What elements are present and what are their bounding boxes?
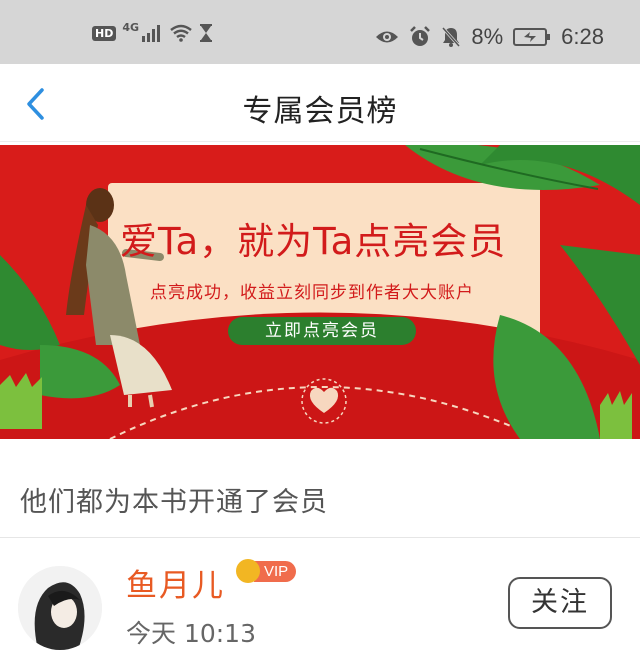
member-name[interactable]: 鱼月儿 — [126, 560, 225, 605]
battery-icon — [513, 28, 551, 46]
light-up-member-button[interactable]: 立即点亮会员 — [228, 317, 416, 345]
hourglass-icon — [200, 24, 213, 42]
clock: 6:28 — [561, 24, 604, 49]
member-time: 今天 10:13 — [126, 619, 256, 648]
status-left: HD 4G — [92, 20, 213, 42]
crown-icon — [236, 559, 260, 583]
vip-badge: VIP — [236, 558, 297, 584]
follow-button[interactable]: 关注 — [508, 577, 612, 629]
status-bar: HD 4G 8% 6:28 — [0, 0, 640, 64]
avatar-image — [18, 566, 102, 650]
banner-headline: 爱Ta，就为Ta点亮会员 — [120, 220, 507, 263]
alarm-icon — [410, 26, 431, 46]
network-type: 4G — [122, 20, 140, 34]
section-title: 他们都为本书开通了会员 — [20, 487, 328, 518]
vip-label: VIP — [254, 560, 297, 582]
bell-off-icon — [442, 27, 461, 47]
status-right: 8% 6:28 — [375, 24, 604, 50]
hd-badge: HD — [92, 25, 117, 41]
eye-icon — [376, 31, 399, 43]
battery-percent: 8% — [471, 24, 504, 49]
nav-bar: 专属会员榜 — [0, 64, 640, 142]
divider — [0, 537, 640, 538]
page-title: 专属会员榜 — [242, 94, 398, 129]
signal-icon — [142, 25, 161, 42]
wifi-icon — [170, 24, 192, 42]
list-item[interactable]: 鱼月儿 VIP 今天 10:13 关注 — [0, 540, 640, 665]
avatar[interactable] — [18, 566, 102, 650]
banner-subtitle: 点亮成功，收益立刻同步到作者大大账户 — [150, 283, 474, 303]
